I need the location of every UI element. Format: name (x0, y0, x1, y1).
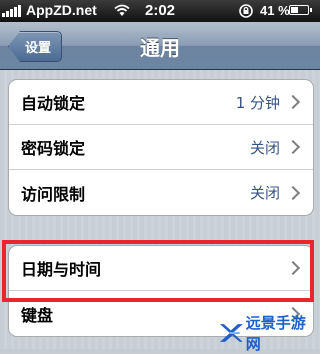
row-value: 关闭 (249, 184, 280, 202)
page-title: 通用 (140, 36, 180, 60)
watermark-logo-icon (219, 324, 243, 342)
chevron-right-icon (285, 139, 301, 155)
battery-fill (291, 7, 299, 13)
settings-row-passcode-lock[interactable]: 密码锁定 关闭 (9, 125, 313, 170)
row-value: 关闭 (249, 138, 280, 157)
settings-row-auto-lock[interactable]: 自动锁定 1 分钟 (9, 80, 313, 125)
row-label: 密码锁定 (21, 139, 86, 158)
row-label: 自动锁定 (21, 94, 86, 113)
navigation-bar: 设置 通用 (0, 22, 320, 70)
status-bar: AppZD.net 2:02 41 % (0, 0, 320, 22)
row-value: 1 分钟 (235, 93, 280, 112)
row-label: 键盘 (21, 305, 54, 325)
chevron-right-icon (285, 185, 301, 200)
battery-percentage: 41 % (260, 3, 290, 18)
chevron-right-icon (285, 94, 301, 110)
highlight-annotation-box (2, 240, 314, 302)
site-watermark: 远景手游网 (218, 312, 320, 354)
rotation-lock-icon (239, 4, 253, 18)
watermark-text: 远景手游网 (245, 314, 306, 353)
battery-icon (289, 5, 312, 15)
settings-row-restrictions[interactable]: 访问限制 关闭 (9, 170, 313, 215)
settings-group-lock: 自动锁定 1 分钟 密码锁定 关闭 访问限制 关闭 (8, 79, 314, 216)
row-label: 访问限制 (21, 184, 86, 204)
